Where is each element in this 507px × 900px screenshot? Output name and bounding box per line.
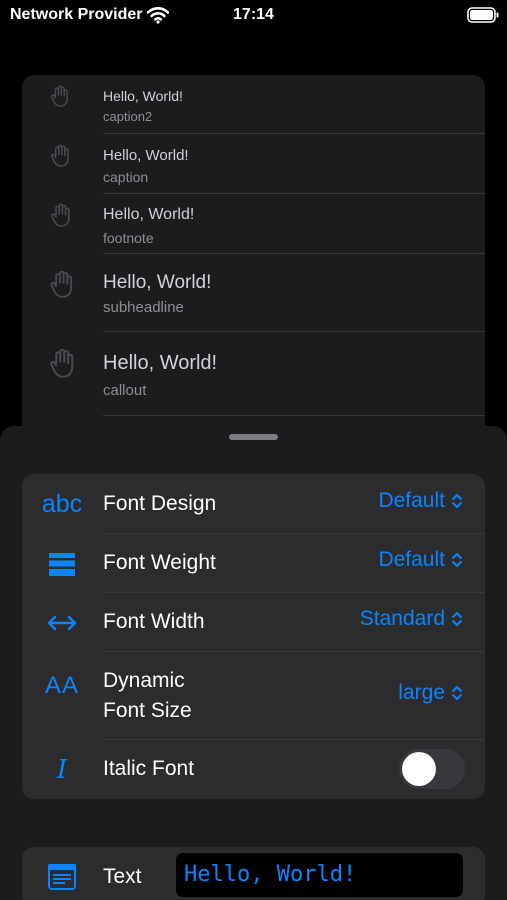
font-design-label: Font Design: [103, 492, 217, 515]
text-input-value: Hello, World!: [184, 862, 357, 887]
italic-icon: I: [56, 754, 68, 785]
preview-style: subheadline: [103, 299, 184, 316]
preview-title: Hello, World!: [103, 272, 212, 293]
font-weight-value: Default: [378, 548, 445, 571]
hand-raised-icon: [50, 348, 74, 378]
list-item[interactable]: Hello, World! subheadline: [22, 254, 485, 332]
list-item[interactable]: Hello, World! footnote: [22, 194, 485, 254]
text-input-group: Text Hello, World!: [22, 847, 485, 900]
font-design-row[interactable]: abc Font Design Default: [22, 474, 485, 534]
font-weight-picker[interactable]: Default: [378, 548, 463, 572]
preview-style: callout: [103, 382, 147, 399]
preview-style: caption: [103, 169, 149, 185]
font-width-row[interactable]: Font Width Standard: [22, 593, 485, 652]
italic-toggle[interactable]: [399, 749, 465, 789]
font-options-group: abc Font Design Default Font Weight Defa…: [22, 474, 485, 799]
preview-list: Hello, World! caption2 Hello, World! cap…: [22, 75, 485, 435]
toggle-knob: [402, 752, 436, 786]
chevron-up-down-icon: [452, 612, 462, 626]
list-item[interactable]: Hello, World! callout: [22, 332, 485, 416]
text-label: Text: [103, 865, 142, 888]
text-document-icon: [34, 847, 90, 900]
dynamic-font-size-row[interactable]: AA Dynamic Font Size large: [22, 652, 485, 740]
list-item[interactable]: Hello, World! caption2: [22, 75, 485, 134]
hand-raised-icon: [51, 144, 69, 167]
font-design-value: Default: [378, 489, 445, 512]
clock: 17:14: [233, 6, 274, 23]
font-design-picker[interactable]: Default: [378, 489, 463, 513]
font-width-picker[interactable]: Standard: [360, 607, 463, 631]
chevron-up-down-icon: [452, 494, 462, 508]
status-bar: Network Provider 17:14: [0, 0, 507, 32]
preview-style: footnote: [103, 230, 154, 246]
hand-raised-icon: [50, 270, 73, 298]
hand-raised-icon: [51, 203, 70, 227]
preview-title: Hello, World!: [103, 147, 189, 164]
preview-title: Hello, World!: [103, 206, 195, 223]
battery-icon: [467, 7, 499, 23]
list-item[interactable]: Hello, World! caption: [22, 134, 485, 194]
font-weight-label: Font Weight: [103, 551, 216, 574]
abc-icon: abc: [41, 489, 83, 518]
font-weight-icon: [34, 534, 90, 593]
chevron-up-down-icon: [452, 553, 462, 567]
sheet-grabber[interactable]: [229, 434, 278, 440]
text-input[interactable]: Hello, World!: [176, 853, 463, 897]
dynamic-label-line1: Dynamic: [103, 669, 185, 692]
dynamic-size-value: large: [398, 681, 445, 704]
font-width-icon: [34, 593, 90, 652]
text-size-icon: AA: [44, 672, 79, 699]
font-width-value: Standard: [359, 607, 445, 630]
text-row: Text Hello, World!: [22, 847, 485, 900]
italic-font-row[interactable]: I Italic Font: [22, 740, 485, 799]
dynamic-label-line2: Font Size: [103, 699, 192, 722]
settings-sheet: abc Font Design Default Font Weight Defa…: [0, 426, 507, 900]
font-weight-row[interactable]: Font Weight Default: [22, 534, 485, 593]
italic-font-label: Italic Font: [103, 757, 195, 780]
font-width-label: Font Width: [103, 610, 205, 633]
preview-title: Hello, World!: [103, 352, 218, 374]
dynamic-size-picker[interactable]: large: [398, 681, 463, 705]
separator: [103, 415, 485, 416]
preview-title: Hello, World!: [103, 88, 183, 104]
preview-style: caption2: [103, 109, 153, 124]
hand-raised-icon: [51, 85, 68, 107]
chevron-up-down-icon: [452, 686, 462, 700]
